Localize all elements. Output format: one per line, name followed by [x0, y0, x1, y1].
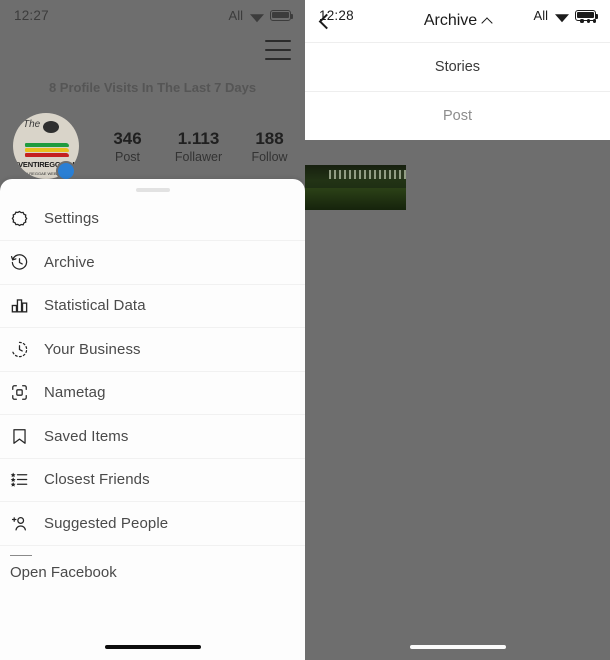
dropdown-option-label: Stories [434, 59, 481, 75]
battery-icon [270, 9, 294, 21]
stat-posts[interactable]: 346 Post [92, 129, 163, 164]
nametag-icon [10, 383, 44, 402]
chevron-up-icon [481, 16, 493, 29]
gear-icon [10, 209, 44, 228]
menu-list: Settings Archive Statistical Data Your B… [0, 198, 305, 546]
page-title: Archive [423, 12, 478, 29]
navigation-bar: Archive [305, 0, 610, 42]
star-list-icon [10, 470, 44, 489]
profile-stats: 346 Post 1.113 Follawer 188 Follow [92, 129, 305, 164]
stat-following-label: Follow [251, 149, 288, 164]
footer-divider [10, 554, 32, 556]
status-bar-indicators: All [228, 7, 294, 23]
drag-handle[interactable] [135, 188, 170, 192]
stat-posts-value: 346 [113, 128, 142, 148]
thumbnail-foreground [305, 188, 406, 210]
hamburger-menu-icon[interactable] [265, 40, 291, 60]
home-indicator-left[interactable] [104, 644, 201, 649]
profile-header-dimmed: 12:27 All 8 Profile Visits In The Last 7… [0, 0, 305, 190]
profile-stats-row: The EVENTIREGGAE.IT ITALIAN REGGAE WEB M… [0, 112, 305, 181]
menu-item-archive[interactable]: Archive [0, 241, 305, 285]
menu-item-settings[interactable]: Settings [0, 198, 305, 241]
avatar-wrapper[interactable]: The EVENTIREGGAE.IT ITALIAN REGGAE WEB M… [0, 113, 92, 181]
bottom-sheet-menu: Settings Archive Statistical Data Your B… [0, 179, 305, 660]
menu-item-nametag[interactable]: Nametag [0, 372, 305, 415]
clock-history-icon [10, 253, 44, 272]
menu-item-label: Settings [44, 210, 99, 228]
open-facebook-label: Open Facebook [10, 564, 117, 581]
archive-dropdown-toggle[interactable]: Archive [305, 0, 610, 42]
avatar-logo-mark [43, 121, 59, 133]
right-screen: 12:28 All Archive Stories Post [305, 0, 610, 660]
home-indicator-right[interactable] [409, 644, 506, 649]
person-add-icon [10, 514, 44, 533]
left-screen: 12:27 All 8 Profile Visits In The Last 7… [0, 0, 305, 660]
dropdown-option-post[interactable]: Post [305, 92, 610, 140]
menu-item-label: Closest Friends [44, 471, 150, 489]
status-bar-carrier: All [228, 7, 243, 23]
menu-item-statistical-data[interactable]: Statistical Data [0, 285, 305, 328]
bar-chart-icon [10, 296, 44, 315]
stat-followers-label: Follawer [174, 149, 223, 164]
dual-screenshot-container: 12:27 All 8 Profile Visits In The Last 7… [0, 0, 610, 660]
menu-item-label: Statistical Data [44, 297, 146, 315]
archived-story-thumbnail[interactable] [305, 165, 406, 210]
profile-visits-text: 8 Profile Visits In The Last 7 Days [48, 80, 257, 95]
stat-following-value: 188 [255, 128, 284, 148]
menu-item-closest-friends[interactable]: Closest Friends [0, 459, 305, 502]
avatar-logo-top: The [23, 119, 41, 130]
dropdown-option-label: Post [442, 108, 472, 124]
thumbnail-horizon [329, 170, 406, 179]
status-bar-time: 12:27 [14, 7, 49, 23]
menu-item-suggested-people[interactable]: Suggested People [0, 502, 305, 546]
avatar-add-badge[interactable] [56, 161, 76, 181]
stat-followers[interactable]: 1.113 Follawer [163, 129, 234, 164]
status-bar-left: 12:27 All [0, 0, 305, 30]
menu-item-label: Nametag [44, 384, 106, 402]
menu-item-label: Saved Items [44, 427, 129, 445]
menu-item-label: Archive [44, 253, 95, 271]
menu-item-saved-items[interactable]: Saved Items [0, 415, 305, 459]
clock-dashed-icon [10, 340, 44, 359]
stat-posts-label: Post [114, 149, 140, 164]
menu-item-your-business[interactable]: Your Business [0, 328, 305, 372]
menu-item-label: Suggested People [44, 514, 169, 532]
menu-item-label: Your Business [44, 340, 141, 358]
stat-following[interactable]: 188 Follow [234, 129, 305, 164]
wifi-icon [249, 10, 264, 23]
menu-footer[interactable]: Open Facebook [0, 554, 305, 581]
stat-followers-value: 1.113 [177, 128, 220, 148]
dropdown-option-stories[interactable]: Stories [305, 43, 610, 91]
avatar-logo-stripes [25, 143, 69, 157]
bookmark-icon [10, 427, 44, 446]
archive-top-panel: 12:28 All Archive Stories Post [305, 0, 610, 140]
